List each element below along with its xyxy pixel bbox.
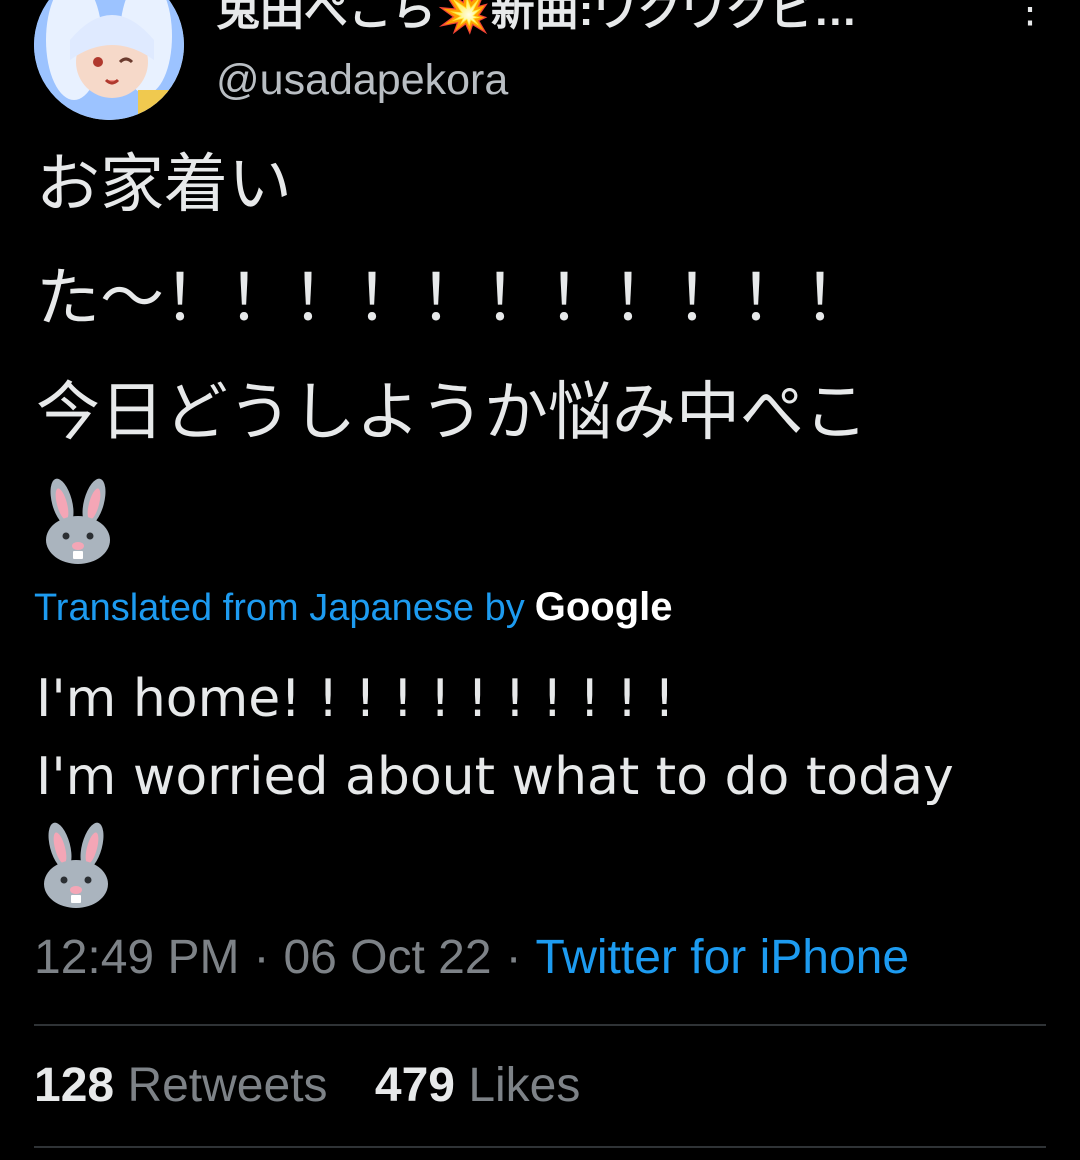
divider	[34, 1024, 1046, 1026]
translation-notice[interactable]: Translated from Japanese by Google	[34, 585, 673, 630]
meta-separator: ·	[505, 931, 522, 984]
tweet-source-link[interactable]: Twitter for iPhone	[536, 931, 910, 984]
tweet-translated-line: I'm worried about what to do today	[36, 747, 954, 807]
tweet-date[interactable]: 06 Oct 22	[283, 931, 491, 984]
author-handle[interactable]: @usadapekora	[216, 56, 508, 105]
tweet-original-line: 今日どうしようか悩み中ぺこ	[36, 376, 868, 450]
retweets-count: 128	[34, 1059, 115, 1112]
translation-label: Translated from Japanese by	[34, 587, 525, 629]
tweet-stats: 128 Retweets 479 Likes	[34, 1058, 614, 1113]
tweet-time[interactable]: 12:49 PM	[34, 931, 239, 984]
avatar-image	[34, 0, 184, 120]
retweets-label: Retweets	[127, 1059, 328, 1112]
likes-count: 479	[374, 1059, 455, 1112]
likes-stat[interactable]: 479 Likes	[375, 1059, 581, 1112]
tweet-original-line: た〜！！！！！！！！！！！	[36, 262, 868, 336]
tweet-original-text: お家着い た〜！！！！！！！！！！！ 今日どうしようか悩み中ぺこ	[36, 128, 1046, 570]
likes-label: Likes	[468, 1059, 581, 1112]
tweet-original-line: お家着い	[36, 148, 292, 222]
tweet-translated-line: I'm home! ! ! ! ! ! ! ! ! ! !	[36, 669, 675, 729]
divider	[34, 1146, 1046, 1148]
rabbit-face-emoji-icon	[36, 816, 1046, 908]
rabbit-face-emoji-icon	[36, 470, 1046, 570]
author-display-name[interactable]: 兎田ぺこら💥新曲:ワクワクピ…	[216, 0, 976, 38]
retweets-stat[interactable]: 128 Retweets	[34, 1059, 341, 1112]
tweet-translated-text: I'm home! ! ! ! ! ! ! ! ! ! ! I'm worrie…	[36, 660, 1046, 908]
tweet-metadata: 12:49 PM · 06 Oct 22 · Twitter for iPhone	[34, 930, 909, 985]
more-options-icon[interactable]: ⋮	[1010, 0, 1050, 34]
google-logo: Google	[534, 585, 673, 629]
meta-separator: ·	[253, 931, 270, 984]
author-avatar[interactable]	[34, 0, 184, 120]
